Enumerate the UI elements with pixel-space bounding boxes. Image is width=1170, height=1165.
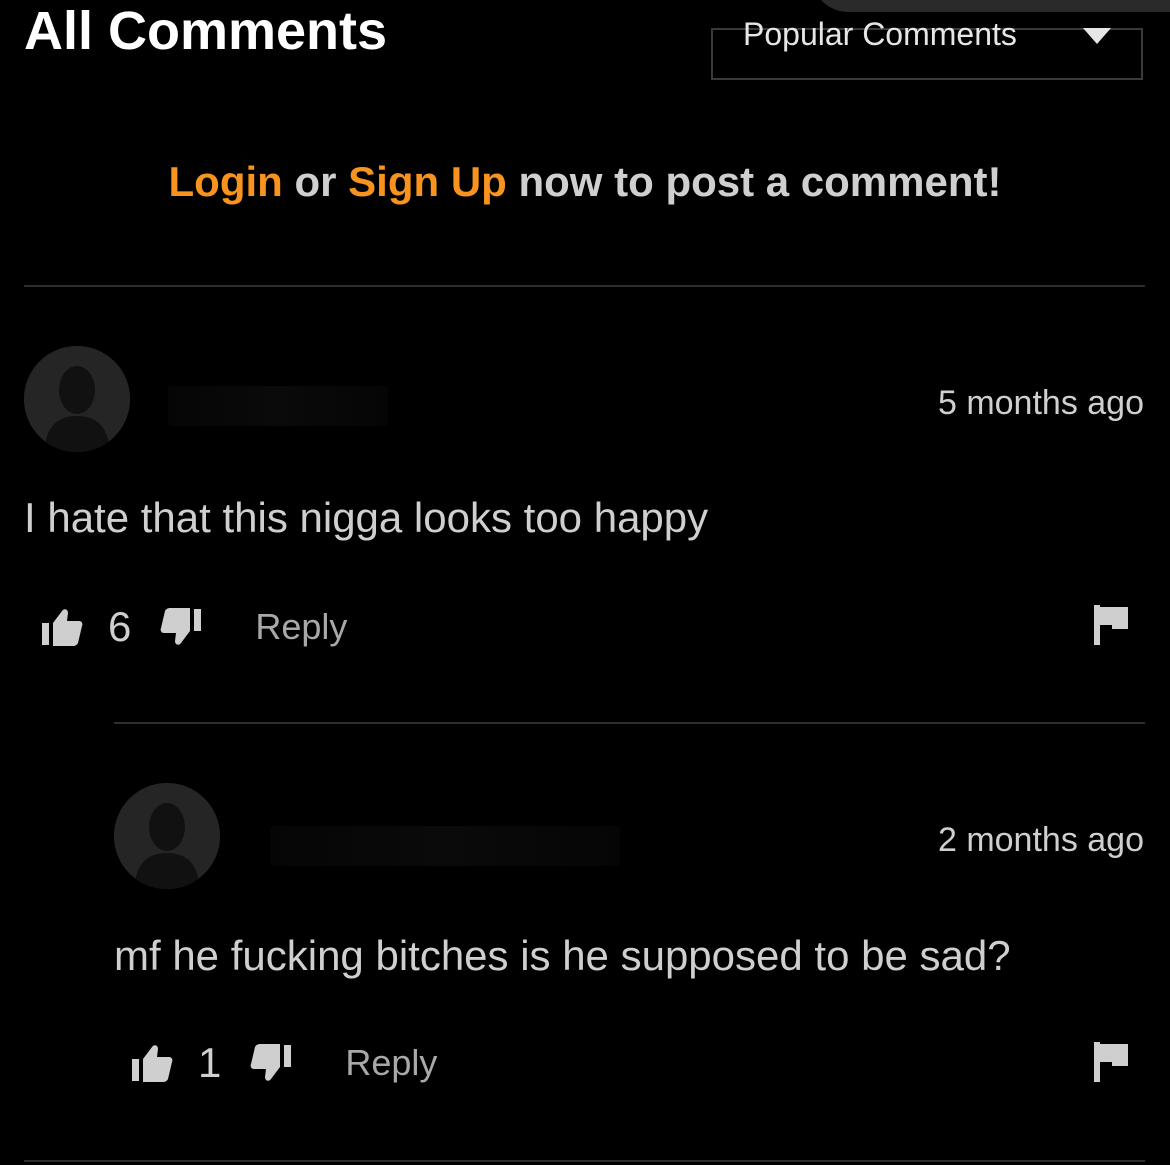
comment-actions: 1 Reply <box>130 1033 437 1093</box>
login-prompt: Login or Sign Up now to post a comment! <box>0 158 1170 206</box>
default-user-icon <box>24 346 130 452</box>
comments-heading: All Comments <box>24 1 388 61</box>
username-redacted[interactable] <box>270 826 620 866</box>
signup-link[interactable]: Sign Up <box>348 158 507 205</box>
username-redacted[interactable] <box>168 386 388 426</box>
flag-icon[interactable] <box>1092 603 1130 647</box>
chevron-down-icon <box>1083 28 1111 44</box>
like-count: 1 <box>198 1039 222 1086</box>
avatar[interactable] <box>114 783 220 889</box>
comment-text: I hate that this nigga looks too happy <box>24 494 709 541</box>
reply-button[interactable]: Reply <box>345 1042 437 1084</box>
divider <box>114 722 1145 724</box>
default-user-icon <box>114 783 220 889</box>
thumbs-up-icon[interactable] <box>40 605 84 649</box>
sort-selected-label: Popular Comments <box>743 16 1017 52</box>
thumbs-up-icon[interactable] <box>130 1041 174 1085</box>
divider <box>24 1160 1145 1162</box>
comment-timestamp: 5 months ago <box>937 384 1144 422</box>
avatar[interactable] <box>24 346 130 452</box>
comment-text: mf he fucking bitches is he supposed to … <box>114 932 1011 979</box>
comment-timestamp: 2 months ago <box>937 821 1144 859</box>
login-rest-text: now to post a comment! <box>506 158 1002 205</box>
sort-dropdown[interactable]: Popular Comments <box>711 18 1143 80</box>
thumbs-down-icon[interactable] <box>159 605 203 649</box>
reply-button[interactable]: Reply <box>255 606 347 648</box>
login-link[interactable]: Login <box>169 158 283 205</box>
flag-icon[interactable] <box>1092 1040 1130 1084</box>
thumbs-down-icon[interactable] <box>249 1041 293 1085</box>
divider <box>24 285 1145 287</box>
like-count: 6 <box>108 603 132 650</box>
login-or-text: or <box>282 158 349 205</box>
top-tab-shape <box>812 0 1170 12</box>
comment-actions: 6 Reply <box>40 597 347 657</box>
